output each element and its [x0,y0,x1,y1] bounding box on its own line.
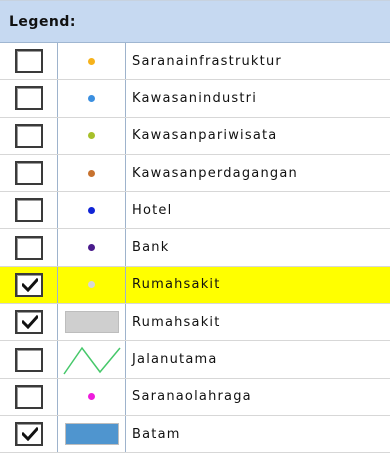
legend-row-label: Saranainfrastruktur [132,53,282,69]
legend-row-check-cell [0,192,58,229]
legend-row-symbol-cell [58,378,126,415]
checkmark-icon [21,427,38,442]
legend-row-symbol-cell [58,43,126,80]
legend-row-check-cell [0,341,58,378]
legend-row-label: Bank [132,240,170,256]
legend-row[interactable]: Bank [0,229,390,267]
checkbox-checked[interactable] [14,310,43,335]
legend-row-check-cell [0,378,58,415]
legend-row-symbol-cell [58,192,126,229]
checkbox-checked[interactable] [14,422,43,447]
legend-row-label: Hotel [132,202,173,218]
checkbox-unchecked[interactable] [14,384,43,409]
legend-row-check-cell [0,304,58,341]
legend-row-symbol-cell [58,304,126,341]
legend-row-symbol-cell [58,80,126,117]
legend-row-label: Kawasanpariwisata [132,128,278,144]
legend-panel: Legend: Saranainfrastruktur Kawasanindust… [0,0,390,453]
legend-row[interactable]: Kawasanindustri [0,80,390,118]
legend-row[interactable]: Batam [0,415,390,453]
legend-row-symbol-cell [58,415,126,453]
polygon-swatch-icon [64,423,119,446]
legend-row-check-cell [0,154,58,192]
legend-row[interactable]: Saranaolahraga [0,378,390,416]
legend-row-symbol-cell [58,229,126,266]
legend-row[interactable]: Kawasanpariwisata [0,117,390,155]
legend-row-check-cell [0,229,58,266]
legend-row[interactable]: Kawasanperdagangan [0,154,390,193]
checkbox-unchecked[interactable] [14,123,43,148]
legend-row-symbol-cell [58,266,126,304]
legend-row-check-cell [0,266,58,304]
checkbox-unchecked[interactable] [14,161,43,186]
point-symbol-icon [88,281,95,289]
legend-row-label: Jalanutama [132,352,218,368]
checkmark-icon [21,315,38,330]
legend-row[interactable]: Saranainfrastruktur [0,43,390,81]
point-symbol-icon [88,169,95,177]
legend-row[interactable]: Jalanutama [0,341,390,379]
legend-row[interactable]: Rumahsakit [0,266,390,305]
point-symbol-icon [88,94,95,102]
legend-row-check-cell [0,43,58,80]
line-symbol-icon [62,346,121,374]
legend-row-check-cell [0,415,58,453]
legend-row[interactable]: Rumahsakit [0,304,390,342]
legend-list: Saranainfrastruktur Kawasanindustri Kawasa… [0,43,390,453]
legend-title: Legend: [0,1,390,43]
legend-row-label: Kawasanindustri [132,90,258,106]
legend-row-check-cell [0,117,58,154]
polygon-swatch-icon [64,311,119,334]
legend-row-symbol-cell [58,341,126,378]
checkbox-unchecked[interactable] [14,347,43,372]
legend-row-symbol-cell [58,154,126,192]
point-symbol-icon [88,57,95,65]
legend-row-label: Rumahsakit [132,277,221,293]
checkbox-unchecked[interactable] [14,49,43,74]
checkbox-unchecked[interactable] [14,235,43,260]
checkbox-unchecked[interactable] [14,198,43,223]
legend-row-label: Kawasanperdagangan [132,165,298,181]
legend-row-label: Rumahsakit [132,314,221,330]
point-symbol-icon [88,206,95,214]
checkbox-checked[interactable] [14,272,43,297]
legend-row-label: Saranaolahraga [132,389,252,405]
point-symbol-icon [88,393,95,401]
legend-row-label: Batam [132,426,181,442]
point-symbol-icon [88,132,95,140]
legend-row[interactable]: Hotel [0,192,390,230]
legend-row-check-cell [0,80,58,117]
point-symbol-icon [88,244,95,252]
legend-row-symbol-cell [58,117,126,154]
checkmark-icon [21,277,38,292]
checkbox-unchecked[interactable] [14,86,43,111]
